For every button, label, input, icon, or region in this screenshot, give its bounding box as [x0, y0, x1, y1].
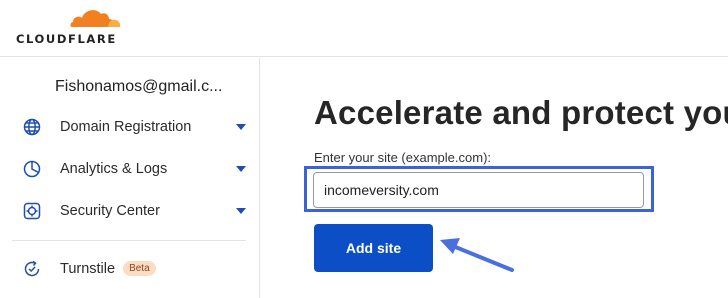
- site-field-label: Enter your site (example.com):: [314, 150, 492, 165]
- globe-icon: [22, 117, 42, 137]
- top-bar: CLOUDFLARE: [0, 0, 728, 57]
- caret-down-icon: [236, 208, 246, 214]
- cloudflare-cloud-icon: [68, 10, 122, 30]
- sidebar-item-label: Security Center: [60, 203, 160, 219]
- sidebar-item-turnstile[interactable]: Turnstile Beta: [0, 250, 259, 288]
- sidebar: Fishonamos@gmail.c... Domain Registratio…: [0, 58, 260, 298]
- sidebar-item-label: Turnstile Beta: [60, 261, 156, 277]
- add-site-button[interactable]: Add site: [314, 224, 433, 272]
- sidebar-item-label: Analytics & Logs: [60, 161, 168, 177]
- site-input[interactable]: [313, 172, 644, 208]
- sidebar-item-domain-registration[interactable]: Domain Registration: [0, 108, 259, 146]
- caret-down-icon: [236, 166, 246, 172]
- security-gear-icon: [22, 201, 42, 221]
- main-content: Accelerate and protect your s Enter your…: [261, 58, 728, 298]
- sidebar-divider: [12, 240, 246, 241]
- sidebar-item-label: Domain Registration: [60, 119, 192, 135]
- account-name[interactable]: Fishonamos@gmail.c...: [55, 78, 222, 96]
- beta-badge: Beta: [123, 261, 156, 276]
- pie-chart-icon: [22, 159, 42, 179]
- page-title: Accelerate and protect your s: [314, 94, 728, 131]
- sidebar-item-analytics-logs[interactable]: Analytics & Logs: [0, 150, 259, 188]
- cloudflare-wordmark: CLOUDFLARE: [16, 32, 117, 46]
- sidebar-item-security-center[interactable]: Security Center: [0, 192, 259, 230]
- caret-down-icon: [236, 124, 246, 130]
- pointer-arrow-icon: [440, 238, 514, 272]
- turnstile-icon: [22, 259, 42, 279]
- cloudflare-logo[interactable]: CLOUDFLARE: [16, 4, 126, 48]
